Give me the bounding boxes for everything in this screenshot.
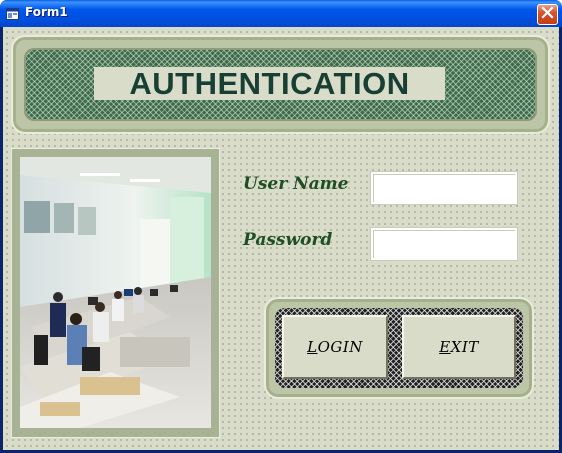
username-input[interactable] (371, 172, 517, 204)
page-title: AUTHENTICATION (94, 66, 445, 101)
vb-form-icon (6, 7, 19, 20)
login-access-key: L (307, 338, 318, 356)
header-panel: AUTHENTICATION (11, 35, 550, 134)
button-panel: L OGIN E XIT (264, 297, 534, 399)
window-title: Form1 (25, 5, 68, 19)
exit-label-rest: XIT (450, 338, 479, 356)
photo-frame (11, 148, 220, 438)
form-client-area: AUTHENTICATION User Name Password L OGIN… (3, 27, 559, 450)
exit-access-key: E (439, 338, 451, 356)
header-hatch-pattern: AUTHENTICATION (24, 48, 537, 121)
password-input[interactable] (371, 228, 517, 260)
button-hatch-pattern: L OGIN E XIT (275, 308, 523, 388)
office-photo (20, 157, 211, 428)
window: Form1 AUTHENTICATION User Name Password … (0, 0, 562, 453)
login-label-rest: OGIN (317, 338, 363, 356)
username-label: User Name (243, 174, 349, 194)
password-label: Password (243, 230, 333, 250)
title-bar[interactable]: Form1 (0, 0, 562, 27)
close-icon (541, 5, 554, 24)
exit-button[interactable]: E XIT (402, 315, 516, 379)
login-button[interactable]: L OGIN (282, 315, 388, 379)
close-button[interactable] (537, 4, 558, 25)
